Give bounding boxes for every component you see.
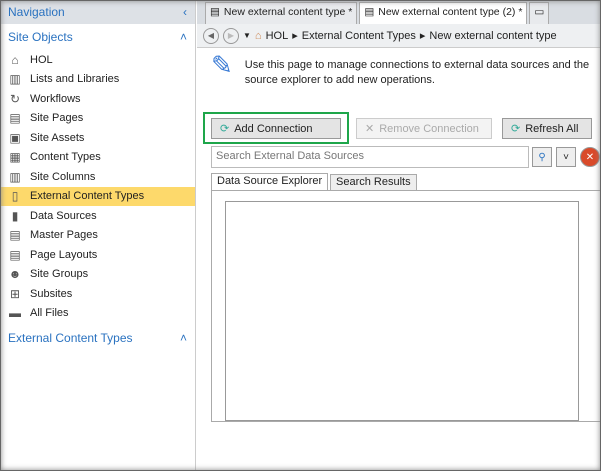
add-connection-button[interactable]: ⟳ Add Connection [211,118,341,139]
site-objects-label: Site Objects [8,30,73,44]
refresh-all-button[interactable]: ⟳ Refresh All [502,118,592,139]
sidebar-item-label: Page Layouts [30,248,98,261]
external-content-types-header[interactable]: External Content Types ˄ [0,325,195,351]
site-groups-icon: ☻ [8,267,22,282]
sidebar-item-site-pages[interactable]: ▤ Site Pages [0,109,195,129]
sidebar-item-label: Site Assets [30,131,85,144]
sidebar-item-content-types[interactable]: ▦ Content Types [0,148,195,168]
sidebar-item-label: Data Sources [30,209,97,222]
new-tab-button[interactable]: ▭ [529,2,550,24]
sidebar-item-label: Site Pages [30,112,84,125]
chevron-down-icon[interactable]: ˅ [556,147,576,167]
refresh-label: Refresh All [525,122,579,135]
remove-connection-button[interactable]: ✕ Remove Connection [356,118,492,139]
sidebar-item-hol[interactable]: ⌂ HOL [0,50,195,70]
document-icon: ▤ [364,6,375,18]
intro: ✎ Use this page to manage connections to … [211,50,597,88]
sidebar-item-label: Site Columns [30,170,96,183]
data-sources-icon: ▮ [11,208,19,223]
data-source-tree[interactable] [225,201,579,421]
document-tabs: ▤ New external content type * ▤ New extern… [197,0,601,24]
sidebar-item-page-layouts[interactable]: ▤ Page Layouts [0,245,195,265]
sidebar-item-label: Subsites [30,287,73,300]
navigation-pane: Navigation ‹ Site Objects ˄ ⌂ HOL ▥ Lists and… [0,0,196,471]
hol-icon: ⌂ [11,52,19,67]
remove-icon: ✕ [365,123,375,135]
all-files-icon: ▬ [9,306,21,321]
workflows-icon: ↻ [9,91,21,106]
remove-label: Remove Connection [379,122,479,135]
chevron-up-icon[interactable]: ˄ [180,331,187,345]
external-content-types-label: External Content Types [8,331,133,345]
sidebar-item-site-groups[interactable]: ☻ Site Groups [0,265,195,285]
clear-search-icon[interactable]: ✕ [580,147,600,167]
home-icon: ⌂ [254,29,262,42]
add-label: Add Connection [234,122,313,135]
main-area: ▤ New external content type * ▤ New extern… [197,0,601,471]
site-columns-icon: ▥ [9,169,21,184]
tab-label: New external content type (2) * [378,6,523,18]
collapse-pane-icon[interactable]: ‹ [183,5,187,19]
tab-search-results[interactable]: Search Results [330,174,417,191]
sidebar-item-all-files[interactable]: ▬ All Files [0,304,195,324]
subsites-icon: ⊞ [9,286,21,301]
folder-icon: ▭ [534,6,545,18]
intro-text: Use this page to manage connections to e… [244,59,590,86]
content-types-icon: ▦ [9,150,21,165]
sidebar-item-label: Content Types [30,151,101,164]
breadcrumb-current[interactable]: New external content type [429,30,556,42]
sidebar-item-site-columns[interactable]: ▥ Site Columns [0,167,195,187]
sidebar-item-label: External Content Types [30,190,145,203]
site-objects-list: ⌂ HOL ▥ Lists and Libraries ↻ Workflows ▤ Site … [0,50,195,323]
tab-data-source-explorer[interactable]: Data Source Explorer [211,173,329,191]
history-dropdown-icon[interactable]: ▼ [243,31,251,40]
tab-ect-2[interactable]: ▤ New external content type (2) * [359,2,528,24]
site-objects-header[interactable]: Site Objects ˄ [0,24,195,50]
site-assets-icon: ▣ [9,130,21,145]
sidebar-item-label: All Files [30,307,69,320]
external-content-types-icon: ▯ [11,189,19,204]
tab-ect-1[interactable]: ▤ New external content type * [205,2,358,24]
explorer-panel [211,190,601,422]
sidebar-item-label: Site Groups [30,268,89,281]
sidebar-item-subsites[interactable]: ⊞ Subsites [0,284,195,304]
breadcrumb-ect[interactable]: External Content Types [302,30,416,42]
sidebar-item-label: Master Pages [30,229,98,242]
search-icon[interactable]: ⚲ [532,147,552,167]
search-input[interactable]: Search External Data Sources [211,146,529,168]
sidebar-item-site-assets[interactable]: ▣ Site Assets [0,128,195,148]
site-pages-icon: ▤ [9,111,21,126]
chevron-up-icon[interactable]: ˄ [180,30,187,44]
design-icon: ✎ [211,50,233,80]
forward-icon[interactable]: ▶ [223,27,239,44]
add-connection-icon: ⟳ [220,123,230,135]
master-pages-icon: ▤ [9,228,21,243]
sidebar-item-label: Lists and Libraries [30,73,120,86]
tab-label: New external content type * [223,6,353,18]
breadcrumb-hol[interactable]: HOL [266,30,289,42]
separator-icon: ▸ [292,30,298,42]
sidebar-item-label: Workflows [30,92,81,105]
sidebar-item-label: HOL [30,53,53,66]
navigation-title: Navigation [8,5,65,19]
refresh-icon: ⟳ [511,123,521,135]
page-layouts-icon: ▤ [9,247,21,262]
document-icon: ▤ [210,6,220,18]
sidebar-item-external-content-types[interactable]: ▯ External Content Types [0,186,195,206]
back-icon[interactable]: ◀ [203,27,219,44]
lists-and-libraries-icon: ▥ [9,72,21,87]
sidebar-item-workflows[interactable]: ↻ Workflows [0,89,195,109]
sidebar-item-lists-and-libraries[interactable]: ▥ Lists and Libraries [0,70,195,90]
separator-icon: ▸ [419,30,426,42]
navigation-header: Navigation ‹ [0,0,195,24]
sidebar-item-data-sources[interactable]: ▮ Data Sources [0,206,195,226]
sidebar-item-master-pages[interactable]: ▤ Master Pages [0,226,195,246]
breadcrumb: ◀ ▶ ▼ ⌂ HOL ▸ External Content Types ▸ New ex… [197,24,601,48]
